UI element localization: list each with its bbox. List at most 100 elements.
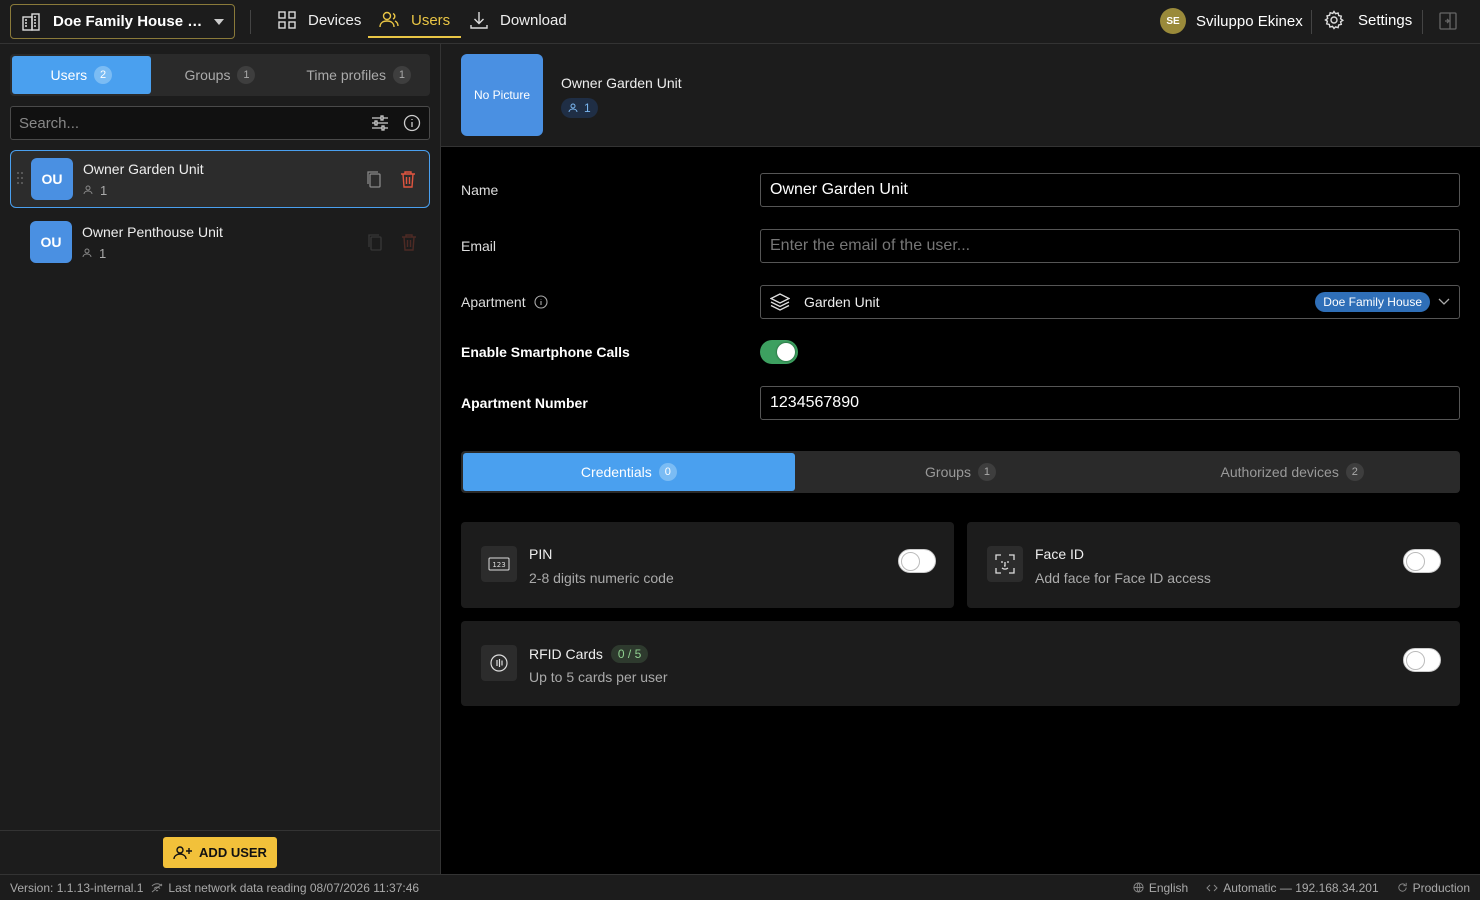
tab-users-label: Users: [50, 67, 88, 83]
rfid-icon: [481, 645, 517, 681]
toggle-knob: [1406, 552, 1425, 571]
filter-icon[interactable]: [371, 114, 389, 132]
name-field[interactable]: Owner Garden Unit: [760, 173, 1460, 207]
last-reading-group: Last network data reading 08/07/2026 11:…: [151, 881, 419, 895]
user-group-count: 1: [83, 183, 365, 198]
network-mode[interactable]: Automatic — 192.168.34.201: [1206, 880, 1379, 895]
tab-authorized-devices-label: Authorized devices: [1220, 464, 1339, 480]
tab-groups[interactable]: Groups 1: [795, 453, 1127, 491]
toggle-knob: [901, 552, 920, 571]
nav-devices[interactable]: Devices: [278, 0, 361, 40]
add-user-icon: [173, 845, 193, 859]
info-icon[interactable]: [534, 295, 548, 309]
user-menu[interactable]: SE Sviluppo Ekinex: [1160, 8, 1303, 34]
nav-users[interactable]: Users: [367, 0, 462, 40]
layers-icon: [770, 293, 790, 311]
network-label: Automatic — 192.168.34.201: [1223, 880, 1379, 895]
settings-label: Settings: [1358, 11, 1413, 29]
rfid-toggle[interactable]: [1403, 648, 1441, 672]
email-field[interactable]: Enter the email of the user...: [760, 229, 1460, 263]
status-bar: Version: 1.1.13-internal.1 Last network …: [0, 874, 1480, 900]
code-icon: [1206, 884, 1218, 891]
nav-download-label: Download: [500, 11, 567, 29]
trash-icon[interactable]: [400, 233, 418, 251]
divider: [1311, 10, 1312, 34]
tab-users[interactable]: Users 2: [12, 56, 151, 94]
info-icon[interactable]: [403, 114, 421, 132]
drag-handle-icon[interactable]: [16, 171, 24, 185]
refresh-icon: [1398, 882, 1407, 892]
project-selector[interactable]: Doe Family House Pro...: [10, 4, 235, 39]
email-label: Email: [461, 238, 497, 254]
tab-authorized-devices[interactable]: Authorized devices 2: [1126, 453, 1458, 491]
detail-tabs: Credentials 0 Groups 1 Authorized device…: [461, 451, 1460, 493]
list-item[interactable]: OU Owner Penthouse Unit 1: [10, 213, 430, 271]
count-value: 1: [584, 101, 591, 115]
globe-icon: [1133, 882, 1144, 893]
project-name: Doe Family House Pro...: [53, 13, 208, 30]
pin-icon: 123: [481, 546, 517, 582]
smartphone-calls-toggle[interactable]: [760, 340, 798, 364]
apartment-select[interactable]: Garden Unit Doe Family House: [760, 285, 1460, 319]
tab-credentials[interactable]: Credentials 0: [463, 453, 795, 491]
last-reading-text: Last network data reading 08/07/2026 11:…: [168, 880, 420, 895]
profile-picture[interactable]: No Picture: [461, 54, 543, 136]
trash-icon[interactable]: [399, 170, 417, 188]
tab-time-profiles[interactable]: Time profiles 1: [289, 56, 428, 94]
network-reading-icon: [152, 882, 163, 892]
email-placeholder: Enter the email of the user...: [770, 237, 971, 254]
sidebar-footer: ADD USER: [0, 830, 440, 874]
apartment-value: Garden Unit: [804, 294, 880, 310]
download-icon: [470, 12, 488, 29]
apartment-number-field[interactable]: 1234567890: [760, 386, 1460, 420]
search-input[interactable]: [19, 114, 357, 132]
sidebar: Users 2 Groups 1 Time profiles 1 OU Owne…: [0, 44, 441, 874]
list-item[interactable]: OU Owner Garden Unit 1: [10, 150, 430, 208]
tab-groups-label: Groups: [925, 464, 971, 480]
rfid-subtitle: Up to 5 cards per user: [529, 669, 668, 685]
avatar: OU: [31, 158, 73, 200]
count-badge: 2: [1345, 463, 1364, 481]
count-badge: 1: [977, 463, 996, 481]
toggle-knob: [777, 343, 795, 361]
add-user-button[interactable]: ADD USER: [163, 837, 277, 868]
users-icon: [82, 248, 92, 258]
sidebar-tabs: Users 2 Groups 1 Time profiles 1: [10, 54, 430, 96]
chevron-down-icon: [214, 18, 224, 25]
apartment-number-label: Apartment Number: [461, 395, 588, 411]
face-id-toggle[interactable]: [1403, 549, 1441, 573]
language-selector[interactable]: English: [1133, 881, 1188, 895]
name-value: Owner Garden Unit: [770, 181, 908, 198]
chevron-down-icon: [1438, 298, 1450, 305]
rfid-title: RFID Cards: [529, 646, 603, 662]
environment-indicator[interactable]: Production: [1397, 881, 1470, 895]
copy-icon[interactable]: [365, 170, 383, 188]
user-name: Owner Garden Unit: [83, 160, 204, 177]
count-badge: 2: [94, 66, 113, 84]
avatar: SE: [1160, 8, 1186, 34]
avatar: OU: [30, 221, 72, 263]
count-value: 1: [100, 182, 108, 198]
tab-credentials-label: Credentials: [580, 464, 652, 480]
tab-groups[interactable]: Groups 1: [151, 56, 290, 94]
top-bar: Doe Family House Pro... Devices Users Do…: [0, 0, 1480, 44]
gear-icon: [1324, 10, 1344, 30]
nav-download[interactable]: Download: [470, 0, 567, 40]
detail-header: No Picture Owner Garden Unit 1: [441, 44, 1480, 147]
user-group-count: 1: [82, 246, 366, 261]
count-badge: 1: [392, 66, 411, 84]
property-badge: Doe Family House: [1315, 292, 1430, 312]
logout-icon[interactable]: [1439, 12, 1457, 30]
copy-icon[interactable]: [366, 233, 384, 251]
divider: [250, 10, 251, 34]
name-label: Name: [461, 182, 499, 198]
face-id-credential-card: Face ID Add face for Face ID access: [967, 522, 1460, 608]
pin-credential-card: 123 PIN 2-8 digits numeric code: [461, 522, 954, 608]
page-title: Owner Garden Unit: [561, 75, 682, 91]
search-box: [10, 106, 430, 140]
nav-devices-label: Devices: [308, 11, 362, 29]
rfid-title-group: RFID Cards 0 / 5: [529, 645, 649, 663]
face-id-subtitle: Add face for Face ID access: [1035, 570, 1211, 586]
pin-toggle[interactable]: [898, 549, 936, 573]
settings-button[interactable]: Settings: [1324, 10, 1412, 30]
